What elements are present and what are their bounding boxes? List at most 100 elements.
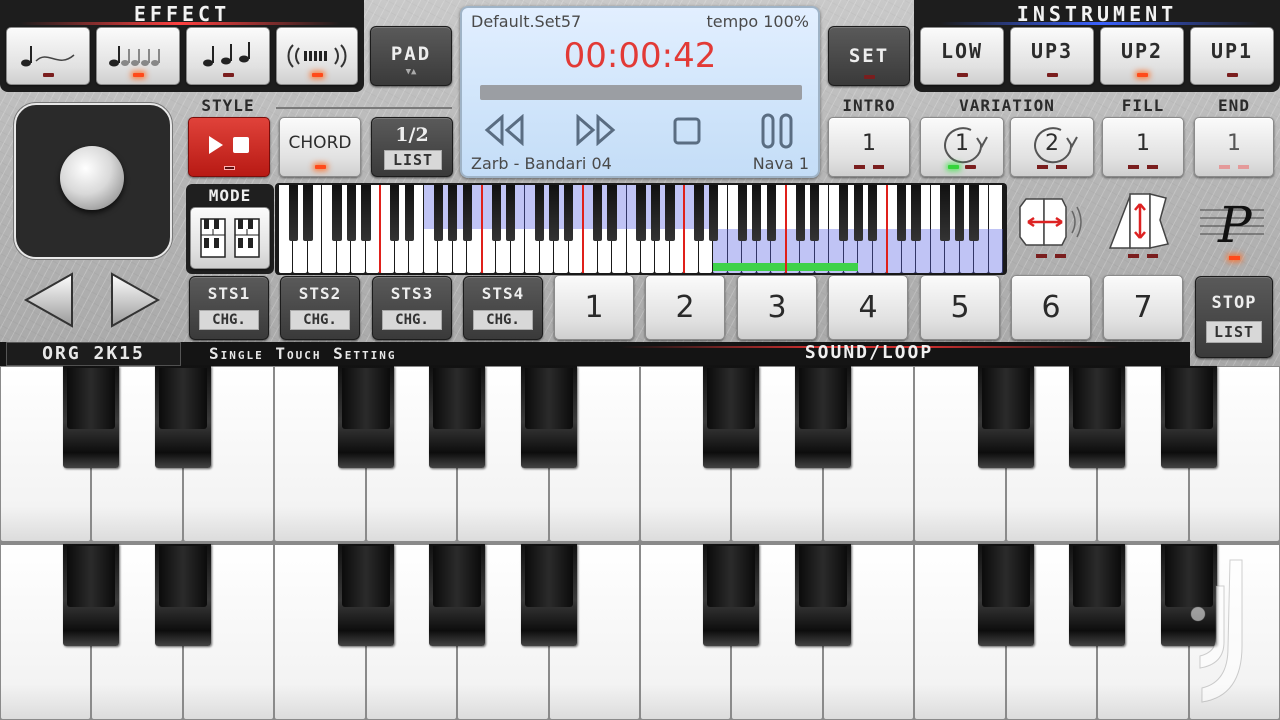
mini-black-key[interactable] (303, 185, 313, 242)
mini-black-key[interactable] (636, 185, 646, 242)
black-key[interactable] (154, 366, 211, 469)
black-key[interactable] (520, 544, 577, 647)
sound-pad-1[interactable]: 1 (554, 275, 634, 340)
sound-pad-2[interactable]: 2 (645, 275, 725, 340)
mini-black-key[interactable] (491, 185, 501, 242)
black-key[interactable] (63, 366, 120, 469)
mini-black-key[interactable] (563, 185, 574, 242)
black-key[interactable] (1160, 366, 1217, 469)
black-key[interactable] (337, 366, 394, 469)
mini-black-key[interactable] (752, 185, 762, 242)
sts2-change[interactable]: CHG. (290, 310, 350, 330)
stop-list-button[interactable]: STOP LIST (1195, 276, 1273, 358)
effect-staccato-button[interactable] (186, 27, 270, 85)
rewind-icon[interactable] (482, 113, 528, 150)
black-key[interactable] (794, 544, 851, 647)
mini-black-key[interactable] (332, 185, 342, 242)
list-button[interactable]: LIST (1206, 321, 1262, 343)
black-key[interactable] (1069, 544, 1126, 647)
joystick-pad[interactable] (14, 103, 172, 259)
mode-button[interactable] (190, 207, 270, 269)
modulation-icon[interactable] (1106, 190, 1178, 256)
end-button[interactable]: 1 (1194, 117, 1274, 177)
instrument-up2-button[interactable]: UP2 (1100, 27, 1184, 85)
black-key[interactable] (703, 366, 760, 469)
sts1-button[interactable]: STS1 CHG. (189, 276, 269, 340)
sound-pad-4[interactable]: 4 (828, 275, 908, 340)
chord-button[interactable]: CHORD (279, 117, 361, 177)
sts3-button[interactable]: STS3 CHG. (372, 276, 452, 340)
mini-black-key[interactable] (433, 185, 443, 242)
mini-black-key[interactable] (288, 185, 299, 242)
mini-black-key[interactable] (607, 185, 617, 242)
mini-keyboard-keys[interactable] (279, 185, 1003, 273)
mini-black-key[interactable] (911, 185, 921, 242)
pad-button[interactable]: PAD ▼▲ (370, 26, 452, 86)
sound-pad-7[interactable]: 7 (1103, 275, 1183, 340)
sts4-button[interactable]: STS4 CHG. (463, 276, 543, 340)
mini-black-key[interactable] (592, 185, 603, 242)
black-key[interactable] (977, 544, 1034, 647)
pitch-bend-icon[interactable] (1016, 193, 1088, 257)
mini-keyboard[interactable] (275, 183, 1007, 275)
sts3-change[interactable]: CHG. (382, 310, 442, 330)
mini-black-key[interactable] (404, 185, 414, 242)
black-key[interactable] (63, 544, 120, 647)
instrument-up1-button[interactable]: UP1 (1190, 27, 1274, 85)
pedal-icon[interactable]: P (1198, 190, 1266, 258)
mini-black-key[interactable] (737, 185, 747, 242)
mini-black-key[interactable] (535, 185, 545, 242)
fast-forward-icon[interactable] (572, 113, 618, 150)
mini-black-key[interactable] (448, 185, 458, 242)
arrow-left-icon[interactable] (22, 270, 76, 334)
mini-black-key[interactable] (940, 185, 950, 242)
mini-black-key[interactable] (795, 185, 805, 242)
black-key[interactable] (429, 366, 486, 469)
black-key[interactable] (1069, 366, 1126, 469)
style-play-stop-button[interactable] (188, 117, 270, 177)
variation-2-button[interactable]: 2 (1010, 117, 1094, 177)
mini-black-key[interactable] (390, 185, 400, 242)
black-key[interactable] (520, 366, 577, 469)
black-key[interactable] (154, 544, 211, 647)
joystick-knob[interactable] (60, 146, 124, 210)
effect-sustain-button[interactable] (96, 27, 180, 85)
sts2-button[interactable]: STS2 CHG. (280, 276, 360, 340)
mini-black-key[interactable] (346, 185, 357, 242)
sts1-change[interactable]: CHG. (199, 310, 259, 330)
mini-black-key[interactable] (969, 185, 979, 242)
instrument-up3-button[interactable]: UP3 (1010, 27, 1094, 85)
style-list-button[interactable]: 1/2 LIST (371, 117, 453, 177)
mini-black-key[interactable] (650, 185, 661, 242)
upper-keyboard[interactable] (0, 366, 1280, 542)
sound-pad-3[interactable]: 3 (737, 275, 817, 340)
mini-black-key[interactable] (810, 185, 820, 242)
fill-button[interactable]: 1 (1102, 117, 1184, 177)
set-button[interactable]: SET (828, 26, 910, 86)
mini-black-key[interactable] (868, 185, 878, 242)
intro-button[interactable]: 1 (828, 117, 910, 177)
effect-bend-button[interactable] (6, 27, 90, 85)
sound-pad-6[interactable]: 6 (1011, 275, 1091, 340)
arrow-right-icon[interactable] (108, 270, 162, 334)
black-key[interactable] (337, 544, 394, 647)
instrument-low-button[interactable]: LOW (920, 27, 1004, 85)
black-key[interactable] (429, 544, 486, 647)
mini-black-key[interactable] (954, 185, 965, 242)
mini-black-key[interactable] (839, 185, 849, 242)
mini-black-key[interactable] (897, 185, 907, 242)
mini-black-key[interactable] (506, 185, 516, 242)
mini-black-key[interactable] (694, 185, 704, 242)
lower-keyboard[interactable] (0, 544, 1280, 720)
stop-icon[interactable] (672, 116, 702, 150)
black-key[interactable] (794, 366, 851, 469)
mini-black-key[interactable] (766, 185, 776, 242)
pause-icon[interactable] (760, 112, 796, 154)
mini-black-key[interactable] (361, 185, 371, 242)
mini-black-key[interactable] (549, 185, 559, 242)
mini-black-key[interactable] (708, 185, 719, 242)
sound-pad-5[interactable]: 5 (920, 275, 1000, 340)
mini-black-key[interactable] (665, 185, 675, 242)
progress-bar[interactable] (480, 85, 802, 100)
sts4-change[interactable]: CHG. (473, 310, 533, 330)
